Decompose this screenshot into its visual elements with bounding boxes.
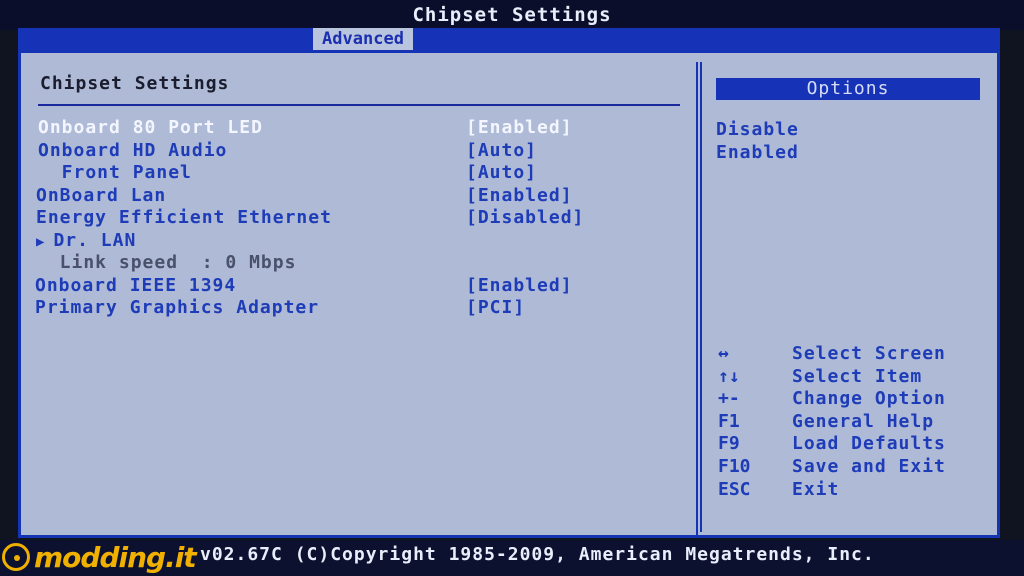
setting-onboard-ieee-1394[interactable]: Onboard IEEE 1394 [Enabled] <box>35 275 715 297</box>
up-down-arrows-icon: ↑↓ <box>718 366 740 387</box>
left-right-arrows-icon: ↔ <box>718 343 729 364</box>
submenu-dr-lan[interactable]: ▶ Dr. LAN <box>36 230 716 252</box>
setting-label: Energy Efficient Ethernet <box>36 207 332 228</box>
esc-key: ESC <box>718 479 751 500</box>
setting-label: OnBoard Lan <box>36 185 167 206</box>
help-desc: Load Defaults <box>792 433 946 454</box>
help-load-defaults: F9 Load Defaults <box>718 433 988 455</box>
setting-primary-graphics-adapter[interactable]: Primary Graphics Adapter [PCI] <box>35 297 715 319</box>
section-heading: Chipset Settings <box>40 73 230 94</box>
help-select-screen: ↔ Select Screen <box>718 343 988 365</box>
help-save-and-exit: F10 Save and Exit <box>718 456 988 478</box>
setting-value[interactable]: [Enabled] <box>466 185 573 206</box>
help-desc: Select Item <box>792 366 923 387</box>
setting-onboard-lan[interactable]: OnBoard Lan [Enabled] <box>36 185 716 207</box>
setting-label: Onboard IEEE 1394 <box>35 275 237 296</box>
setting-onboard-80-port-led[interactable]: Onboard 80 Port LED [Enabled] <box>38 117 718 139</box>
help-general-help: F1 General Help <box>718 411 988 433</box>
setting-label: ▶ Dr. LAN <box>36 230 136 251</box>
help-desc: Select Screen <box>792 343 946 364</box>
f9-key: F9 <box>718 433 740 454</box>
watermark-text: modding.it <box>34 540 197 574</box>
f1-key: F1 <box>718 411 740 432</box>
setting-label: Onboard HD Audio <box>38 140 228 161</box>
heading-divider <box>38 104 680 106</box>
watermark-logo: modding.it <box>2 540 197 574</box>
info-label: Link speed : 0 Mbps <box>36 252 297 273</box>
submenu-label: Dr. LAN <box>53 230 137 251</box>
setting-value[interactable]: [Auto] <box>466 140 537 161</box>
help-desc: Change Option <box>792 388 946 409</box>
setting-label: Front Panel <box>38 162 192 183</box>
setting-label: Primary Graphics Adapter <box>35 297 320 318</box>
setting-onboard-hd-audio[interactable]: Onboard HD Audio [Auto] <box>38 140 718 162</box>
submenu-arrow-icon: ▶ <box>36 234 46 250</box>
setting-front-panel[interactable]: Front Panel [Auto] <box>38 162 718 184</box>
help-desc: Save and Exit <box>792 456 946 477</box>
setting-label: Onboard 80 Port LED <box>38 117 263 138</box>
setting-energy-efficient-ethernet[interactable]: Energy Efficient Ethernet [Disabled] <box>36 207 716 229</box>
f10-key: F10 <box>718 456 751 477</box>
screen-title: Chipset Settings <box>412 4 612 26</box>
tab-strip <box>18 28 1000 50</box>
info-link-speed: Link speed : 0 Mbps <box>36 252 716 274</box>
options-header: Options <box>716 78 980 100</box>
copyright-text: v02.67C (C)Copyright 1985-2009, American… <box>200 544 875 565</box>
help-change-option: +- Change Option <box>718 388 988 410</box>
option-disable[interactable]: Disable <box>716 119 799 140</box>
setting-value[interactable]: [Auto] <box>466 162 537 183</box>
option-enabled[interactable]: Enabled <box>716 142 799 163</box>
help-desc: General Help <box>792 411 935 432</box>
help-desc: Exit <box>792 479 840 500</box>
plus-minus-key: +- <box>718 388 740 409</box>
setting-value[interactable]: [Enabled] <box>466 117 573 138</box>
tab-advanced[interactable]: Advanced <box>313 28 413 50</box>
setting-value[interactable]: [Disabled] <box>466 207 584 228</box>
help-exit: ESC Exit <box>718 479 988 501</box>
setting-value[interactable]: [Enabled] <box>466 275 573 296</box>
help-select-item: ↑↓ Select Item <box>718 366 988 388</box>
setting-value[interactable]: [PCI] <box>466 297 525 318</box>
watermark-icon <box>2 543 30 571</box>
